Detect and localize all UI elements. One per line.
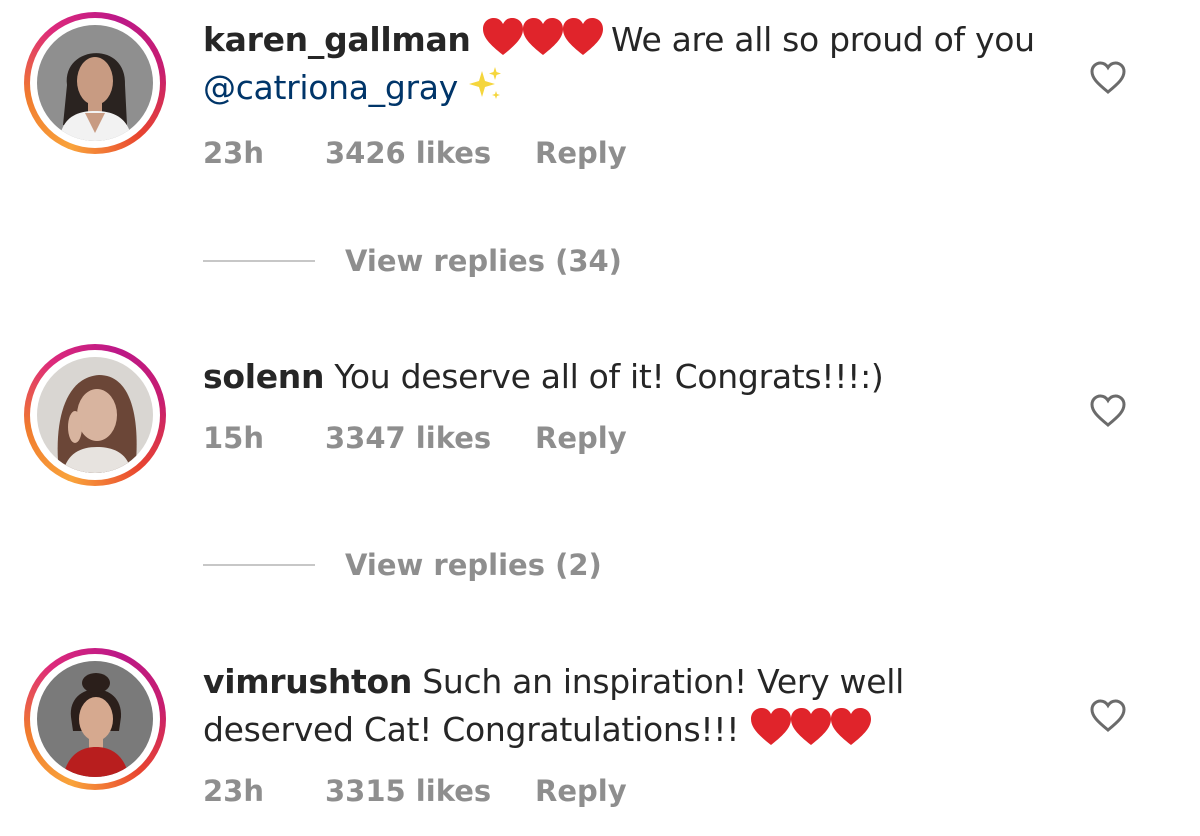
view-replies-button[interactable]: View replies (34) <box>203 244 622 278</box>
story-ring[interactable] <box>24 344 166 486</box>
comment-body: You deserve all of it! Congrats!!!:) <box>324 357 884 396</box>
comment-meta: 23h 3426 likes Reply <box>203 136 627 170</box>
divider-line <box>203 260 315 262</box>
red-heart-emoji <box>522 18 563 55</box>
avatar[interactable] <box>37 357 153 473</box>
comment-text: karen_gallman We are all so proud of you… <box>203 16 1063 112</box>
view-replies-label: View replies (2) <box>345 548 602 582</box>
hearts-emoji-group <box>749 708 872 749</box>
view-replies-label: View replies (34) <box>345 244 622 278</box>
red-heart-emoji <box>791 708 832 745</box>
heart-outline-icon[interactable] <box>1088 698 1128 734</box>
red-heart-emoji <box>562 18 603 55</box>
hearts-emoji-group <box>481 18 611 59</box>
comment-item: vimrushton Such an inspiration! Very wel… <box>0 600 1200 836</box>
reply-button[interactable]: Reply <box>535 421 627 455</box>
divider-line <box>203 564 315 566</box>
comment-time[interactable]: 15h <box>203 421 325 455</box>
comment-username[interactable]: solenn <box>203 357 325 396</box>
comment-time[interactable]: 23h <box>203 774 325 808</box>
heart-outline-icon[interactable] <box>1088 60 1128 96</box>
sparkles-emoji <box>468 67 501 99</box>
comment-meta: 15h 3347 likes Reply <box>203 421 627 455</box>
comment-likes[interactable]: 3426 likes <box>325 136 535 170</box>
comment-meta: 23h 3315 likes Reply <box>203 774 627 808</box>
comment-likes[interactable]: 3315 likes <box>325 774 535 808</box>
comment-body: We are all so proud of you <box>611 20 1035 59</box>
reply-button[interactable]: Reply <box>535 136 627 170</box>
comment-item: solenn You deserve all of it! Congrats!!… <box>0 300 1200 600</box>
comment-username[interactable]: karen_gallman <box>203 20 471 59</box>
avatar[interactable] <box>37 661 153 777</box>
mention-link[interactable]: @catriona_gray <box>203 68 458 107</box>
comment-username[interactable]: vimrushton <box>203 662 412 701</box>
comment-time[interactable]: 23h <box>203 136 325 170</box>
story-ring[interactable] <box>24 12 166 154</box>
comment-text: vimrushton Such an inspiration! Very wel… <box>203 658 1063 754</box>
red-heart-emoji <box>482 18 523 55</box>
heart-outline-icon[interactable] <box>1088 393 1128 429</box>
avatar[interactable] <box>37 25 153 141</box>
reply-button[interactable]: Reply <box>535 774 627 808</box>
comment-item: karen_gallman We are all so proud of you… <box>0 0 1200 300</box>
story-ring[interactable] <box>24 648 166 790</box>
view-replies-button[interactable]: View replies (2) <box>203 548 602 582</box>
comment-text: solenn You deserve all of it! Congrats!!… <box>203 353 1063 401</box>
comment-likes[interactable]: 3347 likes <box>325 421 535 455</box>
red-heart-emoji <box>751 708 792 745</box>
red-heart-emoji <box>831 708 872 745</box>
